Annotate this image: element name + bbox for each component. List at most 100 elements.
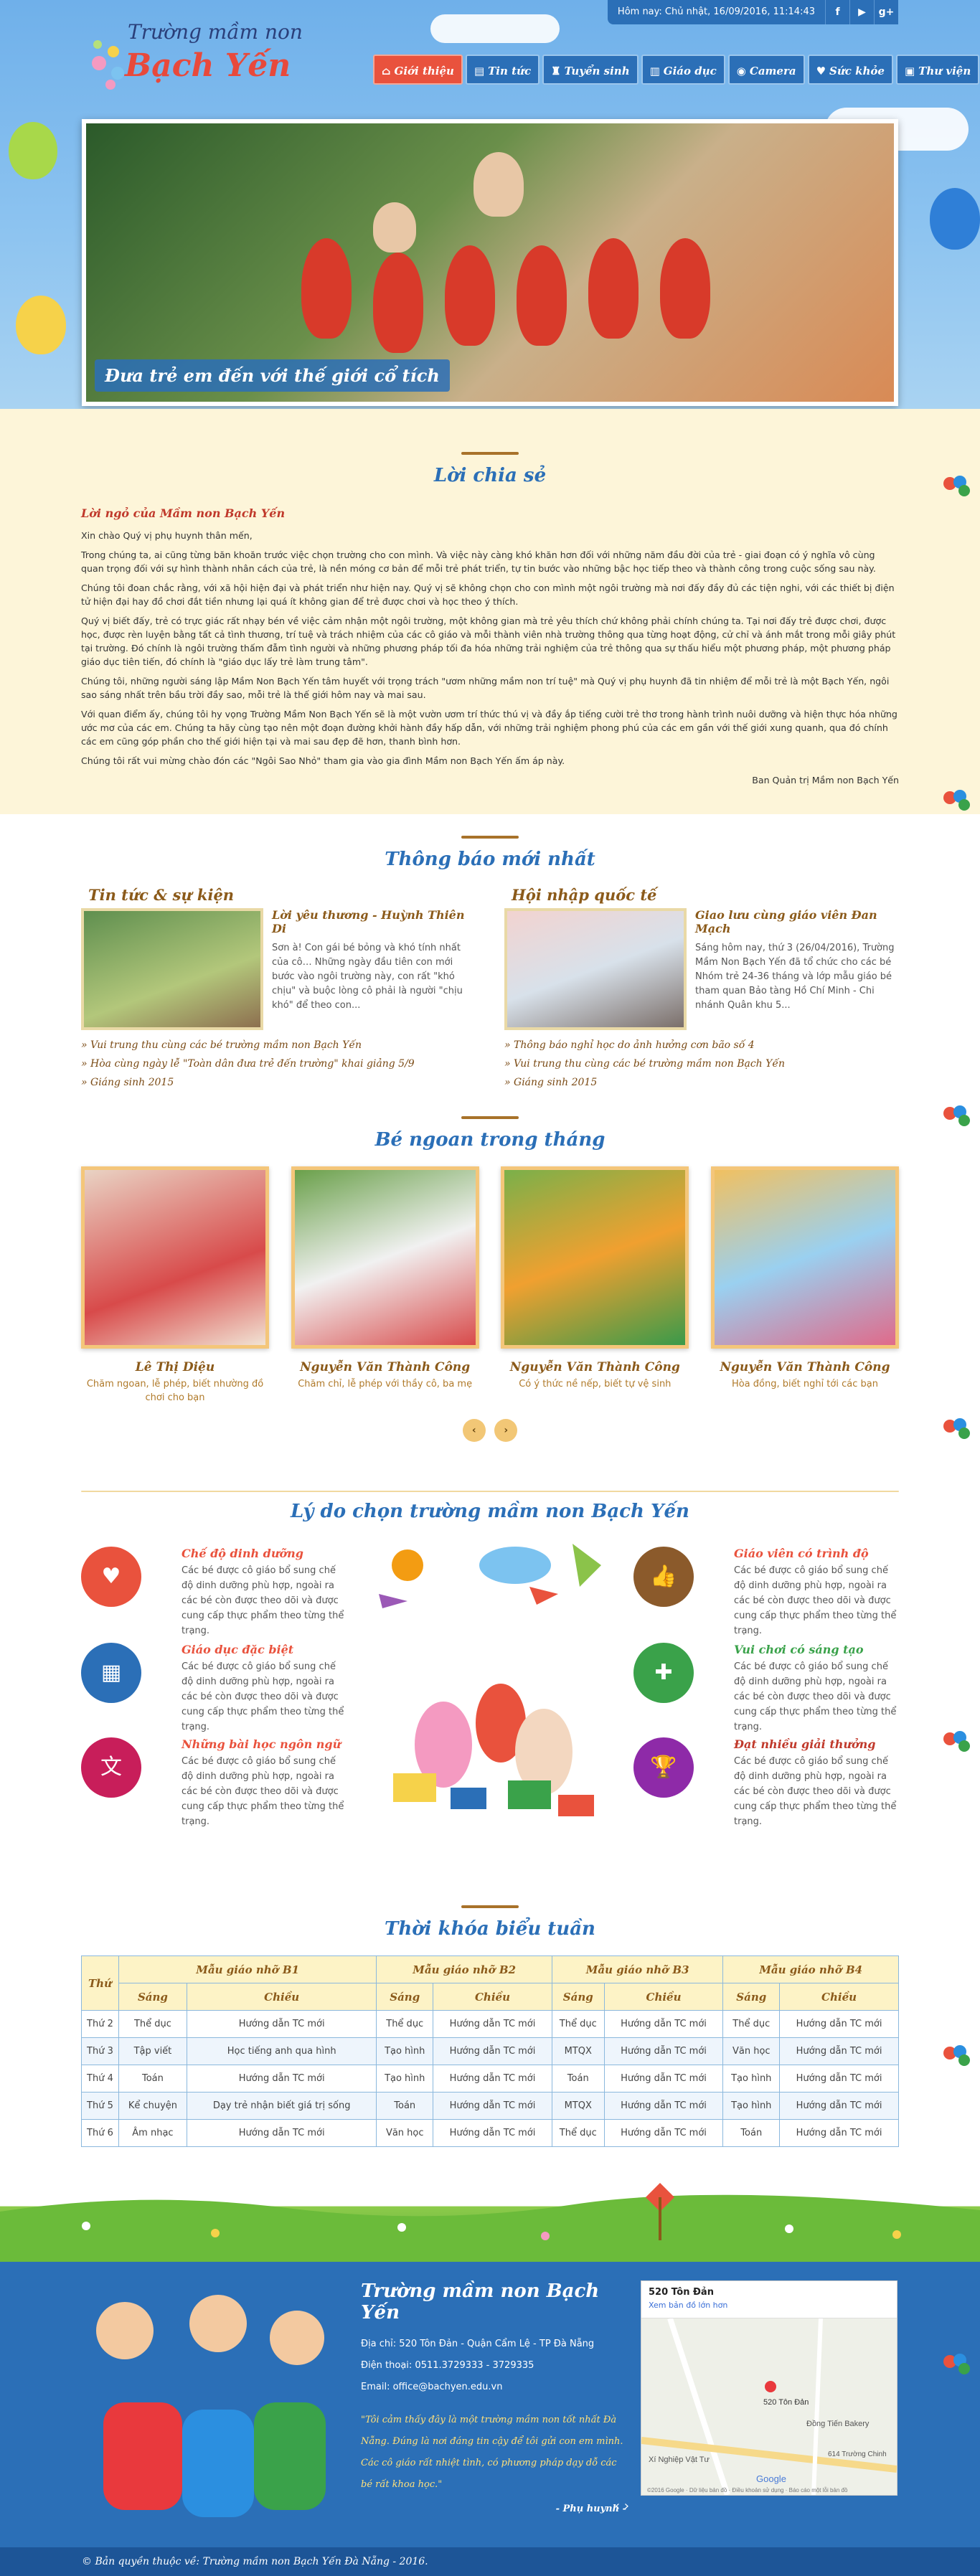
photo-person: [301, 238, 352, 339]
map-link[interactable]: Xem bản đồ lớn hơn: [649, 2301, 890, 2310]
kids-playing-illustration: [364, 1537, 616, 1859]
photo-person: [473, 152, 524, 217]
nav-item-tuyen-sinh[interactable]: ♜ Tuyển sinh: [542, 55, 639, 85]
table-row: Thứ 6 Âm nhạc Hướng dẫn TC mới Văn học Hướng…: [81, 2119, 899, 2147]
prev-arrow-icon[interactable]: ‹: [462, 1419, 486, 1442]
photo-person: [373, 202, 416, 253]
about-paragraph: Chúng tôi đoan chắc rằng, với xã hội hiệ…: [81, 582, 895, 607]
subject-cell: Thể dục: [722, 2010, 781, 2038]
nav-item-camera[interactable]: ◉ Camera: [727, 55, 805, 85]
hero-slider[interactable]: Đưa trẻ em đến với thế giới cổ tích: [82, 119, 898, 406]
reason-title: Vui chơi có sáng tạo: [734, 1643, 864, 1656]
graduation-icon: ♜: [551, 65, 561, 77]
next-arrow-icon[interactable]: ›: [494, 1419, 518, 1442]
kid-photo: [291, 1166, 479, 1349]
table-subheader: Chiều: [433, 1983, 552, 2011]
subject-cell: Toán: [551, 2065, 605, 2093]
facebook-icon[interactable]: f: [825, 0, 849, 24]
reason-title: Giáo viên có trình độ: [734, 1547, 869, 1560]
day-cell: Thứ 5: [81, 2092, 119, 2120]
cloud: [430, 14, 560, 43]
subject-cell: Hướng dẫn TC mới: [433, 2065, 552, 2093]
top-bar: Hôm nay: Chủ nhật, 16/09/2016, 11:14:43 …: [607, 0, 898, 24]
kid-name: Nguyễn Văn Thành Công: [509, 1360, 680, 1374]
kid-card[interactable]: Nguyễn Văn Thành Công Hòa đồng, biết ngh…: [710, 1166, 899, 1405]
photo-person: [373, 253, 423, 353]
news-column: Tin tức & sự kiện Lời yêu thương - Huỳnh…: [81, 886, 476, 1092]
kid-card[interactable]: Lê Thị Diệu Chăm ngoan, lễ phép, biết nh…: [81, 1166, 269, 1405]
calendar-icon: ▦: [81, 1643, 141, 1703]
photo-person: [588, 238, 639, 339]
subject-cell: Hướng dẫn TC mới: [603, 2119, 724, 2147]
logo[interactable]: Trường mầm non Bạch Yến: [82, 16, 326, 95]
google-map[interactable]: 520 Tôn Đản Xem bản đồ lớn hơn 520 Tôn Đ…: [641, 2280, 897, 2496]
about-section: Lời chia sẻ Lời ngỏ của Mầm non Bạch Yến…: [0, 409, 980, 814]
news-icon: ▤: [473, 65, 485, 77]
news-link[interactable]: » Giáng sinh 2015: [81, 1073, 476, 1092]
slider-caption: Đưa trẻ em đến với thế giới cổ tích: [95, 359, 450, 392]
news-thumbnail[interactable]: [81, 908, 263, 1030]
kid-photo: [710, 1166, 899, 1349]
section-title: Thời khóa biểu tuần: [81, 1888, 899, 1940]
nav-item-thu-vien[interactable]: ▣ Thư viện: [895, 55, 980, 85]
nav-item-giao-duc[interactable]: ▥ Giáo dục: [641, 55, 725, 85]
news-item-desc: Sơn à! Con gái bé bỏng và khó tính nhất …: [272, 943, 463, 1011]
balloon-icon: [16, 296, 66, 354]
subject-cell: Hướng dẫn TC mới: [603, 2037, 724, 2065]
news-item-desc: Sáng hôm nay, thứ 3 (26/04/2016), Trường…: [695, 943, 895, 1011]
subject-cell: Hướng dẫn TC mới: [779, 2092, 899, 2120]
subject-cell: Hướng dẫn TC mới: [433, 2010, 552, 2038]
subject-cell: Âm nhạc: [118, 2119, 187, 2147]
kid-card[interactable]: Nguyễn Văn Thành Công Có ý thức nề nếp, …: [501, 1166, 689, 1405]
subject-cell: Hướng dẫn TC mới: [779, 2010, 899, 2038]
map-place-label: Đồng Tiến Bakery: [806, 2420, 870, 2428]
news-link[interactable]: » Vui trung thu cùng các bé trường mầm n…: [504, 1055, 899, 1073]
reason-title: Giáo dục đặc biệt: [182, 1643, 294, 1656]
news-link[interactable]: » Hòa cùng ngày lễ "Toàn dân đưa trẻ đến…: [81, 1055, 476, 1073]
news-link[interactable]: » Vui trung thu cùng các bé trường mầm n…: [81, 1036, 476, 1055]
footer-email[interactable]: Email: office@bachyen.edu.vn: [361, 2377, 626, 2398]
subject-cell: Dạy trẻ nhận biết giá trị sống: [186, 2092, 377, 2120]
news-item-title[interactable]: Giao lưu cùng giáo viên Đan Mạch: [695, 908, 899, 935]
nav-item-suc-khoe[interactable]: ♥ Sức khỏe: [807, 55, 893, 85]
subject-cell: Thể dục: [376, 2010, 434, 2038]
subject-cell: Văn học: [376, 2119, 434, 2147]
kid-desc: Chăm chỉ, lễ phép với thầy cô, ba mẹ: [298, 1379, 473, 1390]
photo-person: [660, 238, 710, 339]
table-header: Mẫu giáo nhỡ B4: [722, 1955, 899, 1983]
gamepad-icon: ✚: [633, 1643, 694, 1703]
balloons-icon: [943, 475, 971, 506]
about-signature: Ban Quản trị Mầm non Bạch Yến: [752, 775, 899, 785]
map-canvas[interactable]: 520 Tôn Đản Đồng Tiến Bakery 614 Trường …: [641, 2317, 897, 2496]
table-subheader: Sáng: [376, 1983, 434, 2011]
table-row: Thứ 4 Toán Hướng dẫn TC mới Tạo hình Hướng d…: [81, 2065, 899, 2093]
reason-desc: Các bé được cô giáo bổ sung chế độ dinh …: [182, 1565, 344, 1636]
good-kids-section: Bé ngoan trong tháng Lê Thị Diệu Chăm ng…: [0, 1099, 980, 1463]
nav-item-tin-tuc[interactable]: ▤ Tin tức: [465, 55, 540, 85]
reason-title: Những bài học ngôn ngữ: [182, 1737, 341, 1751]
reason-title: Đạt nhiều giải thưởng: [734, 1737, 876, 1751]
kid-card[interactable]: Nguyễn Văn Thành Công Chăm chỉ, lễ phép …: [291, 1166, 479, 1405]
heart-icon: ♥: [81, 1547, 141, 1607]
table-subheader: Sáng: [722, 1983, 781, 2011]
balloon-icon: [930, 188, 980, 250]
news-item-title[interactable]: Lời yêu thương - Huỳnh Thiên Di: [272, 908, 476, 935]
news-link[interactable]: » Thông báo nghỉ học do ảnh hưởng cơn bã…: [504, 1036, 899, 1055]
reason-desc: Các bé được cô giáo bổ sung chế độ dinh …: [734, 1661, 897, 1732]
home-icon: ⌂: [382, 65, 391, 77]
news-link[interactable]: » Giáng sinh 2015: [504, 1073, 899, 1092]
table-subheader: Chiều: [186, 1983, 377, 2011]
news-thumbnail[interactable]: [504, 908, 687, 1030]
about-paragraph: Quý vị biết đấy, trẻ có trực giác rất nh…: [81, 615, 896, 667]
table-header: Thứ: [81, 1955, 119, 2011]
reason-item: ♥ Chế độ dinh dưỡng Các bé được cô giáo …: [81, 1547, 347, 1638]
news-column: Hội nhập quốc tế Giao lưu cùng giáo viên…: [504, 886, 899, 1092]
youtube-icon[interactable]: ▶: [849, 0, 874, 24]
map-footer: ©2016 Google · Dữ liệu bản đồ · Điều kho…: [647, 2487, 848, 2494]
google-plus-icon[interactable]: g+: [874, 0, 898, 24]
subject-cell: Tập viết: [118, 2037, 187, 2065]
day-cell: Thứ 3: [81, 2037, 119, 2065]
nav-item-gioi-thieu[interactable]: ⌂ Giới thiệu: [373, 55, 463, 85]
quote-nav-icon[interactable]: ‹ ›: [615, 2496, 629, 2517]
subject-cell: Toán: [376, 2092, 434, 2120]
